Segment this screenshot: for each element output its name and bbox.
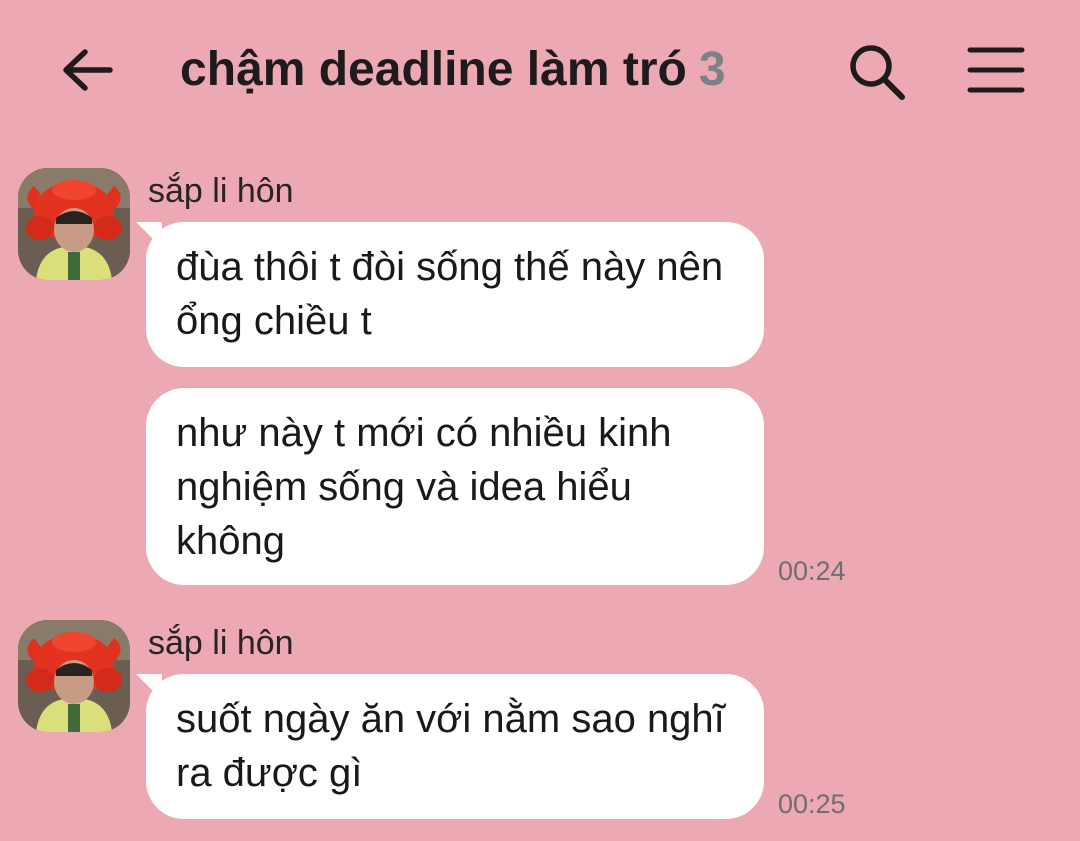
- sender-avatar[interactable]: [18, 620, 130, 732]
- member-count: 3: [698, 43, 726, 96]
- sender-name: sắp li hôn: [148, 624, 294, 662]
- message-bubble[interactable]: đùa thôi t đòi sống thế này nên ổng chiề…: [136, 222, 764, 367]
- search-icon: [850, 45, 905, 100]
- crab-hat-avatar: [18, 168, 130, 280]
- chat-title: chậm deadline làm tró 3: [180, 40, 726, 100]
- message-bubble[interactable]: như này t mới có nhiều kinh nghiệm sống …: [146, 388, 764, 585]
- message-time: 00:25: [778, 789, 846, 819]
- chat-header: chậm deadline làm tró 3: [0, 0, 1080, 140]
- hamburger-menu-icon: [967, 47, 1025, 93]
- arrow-left-icon: [63, 49, 113, 91]
- message-time: 00:24: [778, 556, 846, 586]
- message-text: như này t mới có nhiều kinh nghiệm sống …: [176, 411, 672, 563]
- message-bubble[interactable]: suốt ngày ăn với nằm sao nghĩ ra được gì: [136, 674, 764, 819]
- message-text: suốt ngày ăn với nằm sao nghĩ ra được gì: [176, 697, 725, 795]
- crab-hat-avatar: [18, 620, 130, 732]
- sender-name: sắp li hôn: [148, 172, 294, 210]
- message-text: đùa thôi t đòi sống thế này nên ổng chiề…: [176, 245, 724, 343]
- group-name: chậm deadline làm tró: [180, 43, 687, 96]
- sender-avatar[interactable]: [18, 168, 130, 280]
- search-button[interactable]: [844, 40, 908, 104]
- menu-button[interactable]: [966, 42, 1026, 98]
- back-button[interactable]: [58, 40, 118, 100]
